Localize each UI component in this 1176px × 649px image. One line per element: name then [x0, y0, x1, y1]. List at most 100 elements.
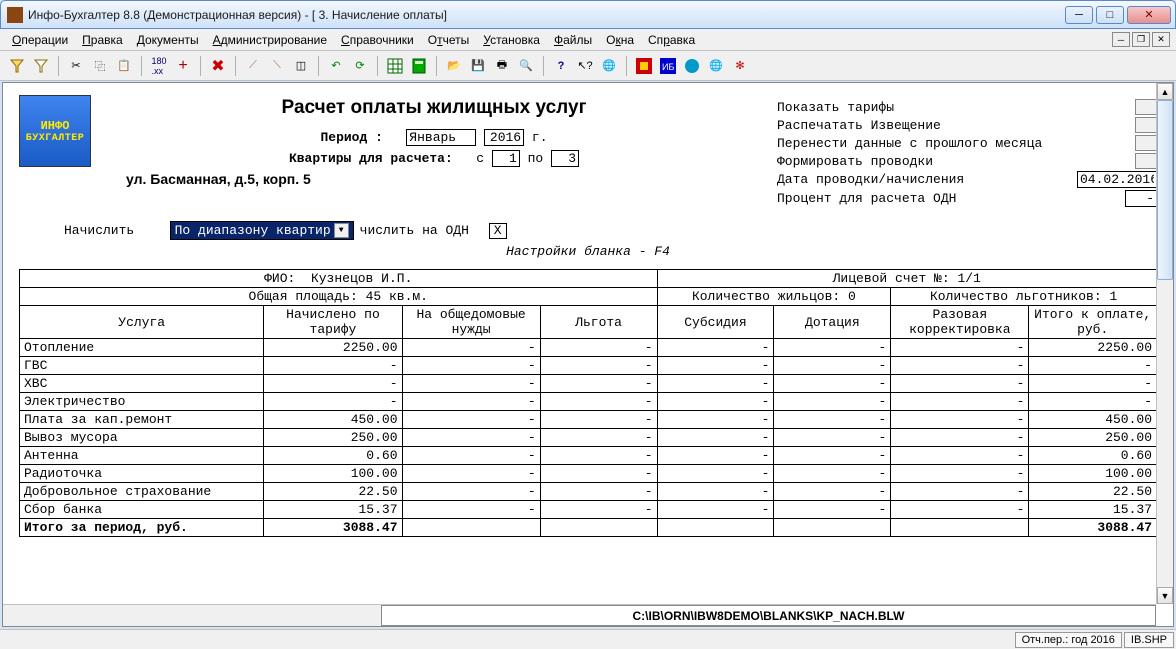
- print-icon[interactable]: 🖶: [491, 55, 513, 77]
- brush2-icon[interactable]: ⟍: [266, 55, 288, 77]
- services-table: ФИО: Кузнецов И.П. Лицевой счет №: 1/1 О…: [19, 269, 1157, 537]
- settings-hint: Настройки бланка - F4: [19, 244, 1157, 259]
- column-header: Услуга: [20, 306, 264, 339]
- fio-value: Кузнецов И.П.: [311, 271, 412, 286]
- show-tariffs-button[interactable]: [1135, 99, 1157, 115]
- table-row: ХВС-------: [20, 375, 1157, 393]
- filter1-icon[interactable]: [6, 55, 28, 77]
- column-header: Дотация: [774, 306, 891, 339]
- paste-icon[interactable]: 📋: [113, 55, 135, 77]
- decimal-icon[interactable]: 180.xx: [148, 55, 170, 77]
- menu-windows[interactable]: Окна: [600, 31, 640, 49]
- table-row: Плата за кап.ремонт450.00-----450.00: [20, 411, 1157, 429]
- table-row: Электричество-------: [20, 393, 1157, 411]
- account-value: 1/1: [957, 271, 980, 286]
- to-input[interactable]: [551, 150, 579, 167]
- posting-date-label: Дата проводки/начисления: [777, 172, 1077, 187]
- calc-label: Начислить: [64, 223, 134, 238]
- month-input[interactable]: [406, 129, 476, 146]
- cut-icon[interactable]: ✂: [65, 55, 87, 77]
- menu-install[interactable]: Установка: [477, 31, 546, 49]
- mdi-restore-button[interactable]: ❐: [1132, 32, 1150, 47]
- save-icon[interactable]: 💾: [467, 55, 489, 77]
- open-icon[interactable]: 📂: [443, 55, 465, 77]
- bottom-bar: C:\IB\ORN\IBW8DEMO\BLANKS\KP_NACH.BLW: [3, 604, 1156, 626]
- table-row: ГВС-------: [20, 357, 1157, 375]
- table-row: Отопление2250.00-----2250.00: [20, 339, 1157, 357]
- ext4-icon[interactable]: 🌐: [705, 55, 727, 77]
- odn-checkbox[interactable]: X: [489, 223, 507, 239]
- maximize-button[interactable]: □: [1096, 6, 1124, 24]
- menu-files[interactable]: Файлы: [548, 31, 598, 49]
- apartments-label: Квартиры для расчета:: [289, 151, 453, 166]
- posting-date-input[interactable]: [1077, 171, 1157, 188]
- minimize-button[interactable]: ─: [1065, 6, 1093, 24]
- menu-documents[interactable]: Документы: [131, 31, 205, 49]
- column-header: На общедомовые нужды: [402, 306, 540, 339]
- transfer-data-label: Перенести данные с прошлого месяца: [777, 136, 1135, 151]
- scroll-thumb[interactable]: [1157, 100, 1173, 280]
- odn-percent-input[interactable]: [1125, 190, 1157, 207]
- table-row: Вывоз мусора250.00-----250.00: [20, 429, 1157, 447]
- menubar: Операции Правка Документы Администрирова…: [0, 29, 1176, 51]
- logo: ИНФО БУХГАЛТЕР: [19, 95, 91, 167]
- ext2-icon[interactable]: ИБ: [657, 55, 679, 77]
- column-header: Субсидия: [657, 306, 774, 339]
- table-icon[interactable]: [384, 55, 406, 77]
- globe-icon[interactable]: 🌐: [598, 55, 620, 77]
- help-icon[interactable]: ?: [550, 55, 572, 77]
- residents-value: 0: [848, 289, 856, 304]
- ext3-icon[interactable]: [681, 55, 703, 77]
- benefit-value: 1: [1109, 289, 1117, 304]
- mdi-minimize-button[interactable]: ─: [1112, 32, 1130, 47]
- total-total: 3088.47: [1029, 519, 1157, 537]
- print-notice-button[interactable]: [1135, 117, 1157, 133]
- refresh-icon[interactable]: ⟳: [349, 55, 371, 77]
- filter2-icon[interactable]: [30, 55, 52, 77]
- form-postings-button[interactable]: [1135, 153, 1157, 169]
- undo-icon[interactable]: ↶: [325, 55, 347, 77]
- total-label: Итого за период, руб.: [20, 519, 264, 537]
- brush1-icon[interactable]: ⟋: [242, 55, 264, 77]
- table-row: Радиоточка100.00-----100.00: [20, 465, 1157, 483]
- scroll-down-icon[interactable]: ▼: [1157, 587, 1173, 604]
- toolbar: ✂ ⿻ 📋 180.xx + ✖ ⟋ ⟍ ◫ ↶ ⟳ 📂 💾 🖶 🔍 ? ↖? …: [0, 51, 1176, 81]
- total-tariff: 3088.47: [264, 519, 402, 537]
- ext1-icon[interactable]: [633, 55, 655, 77]
- ext5-icon[interactable]: ✻: [729, 55, 751, 77]
- from-input[interactable]: [492, 150, 520, 167]
- side-panel: Показать тарифы Распечатать Извещение Пе…: [777, 91, 1157, 209]
- menu-help[interactable]: Справка: [642, 31, 701, 49]
- menu-operations[interactable]: Операции: [6, 31, 74, 49]
- statusbar: Отч.пер.: год 2016 IB.SHP: [0, 629, 1176, 649]
- delete-icon[interactable]: ✖: [207, 55, 229, 77]
- scroll-up-icon[interactable]: ▲: [1157, 83, 1173, 100]
- column-header: Начислено по тарифу: [264, 306, 402, 339]
- menu-edit[interactable]: Правка: [76, 31, 129, 49]
- mdi-close-button[interactable]: ✕: [1152, 32, 1170, 47]
- whatsthis-icon[interactable]: ↖?: [574, 55, 596, 77]
- plus-icon[interactable]: +: [172, 55, 194, 77]
- vertical-scrollbar[interactable]: ▲ ▼: [1156, 83, 1173, 604]
- calc-mode-dropdown[interactable]: По диапазону квартир ▼: [170, 221, 354, 240]
- calc-icon[interactable]: [408, 55, 430, 77]
- preview-icon[interactable]: 🔍: [515, 55, 537, 77]
- document-title: Расчет оплаты жилищных услуг: [91, 97, 777, 119]
- eraser-icon[interactable]: ◫: [290, 55, 312, 77]
- copy-icon[interactable]: ⿻: [89, 55, 111, 77]
- svg-text:ИБ: ИБ: [662, 62, 674, 72]
- status-file: IB.SHP: [1124, 632, 1174, 648]
- app-icon: [7, 7, 23, 23]
- table-row: Добровольное страхование22.50-----22.50: [20, 483, 1157, 501]
- table-row: Сбор банка15.37-----15.37: [20, 501, 1157, 519]
- print-notice-label: Распечатать Извещение: [777, 118, 1135, 133]
- status-period: Отч.пер.: год 2016: [1015, 632, 1122, 648]
- close-button[interactable]: ✕: [1127, 6, 1171, 24]
- transfer-data-button[interactable]: [1135, 135, 1157, 151]
- window-title: Инфо-Бухгалтер 8.8 (Демонстрационная вер…: [28, 8, 1065, 22]
- year-input[interactable]: [484, 129, 524, 146]
- menu-reports[interactable]: Отчеты: [422, 31, 476, 49]
- file-path: C:\IB\ORN\IBW8DEMO\BLANKS\KP_NACH.BLW: [381, 605, 1156, 626]
- menu-admin[interactable]: Администрирование: [207, 31, 333, 49]
- menu-references[interactable]: Справочники: [335, 31, 420, 49]
